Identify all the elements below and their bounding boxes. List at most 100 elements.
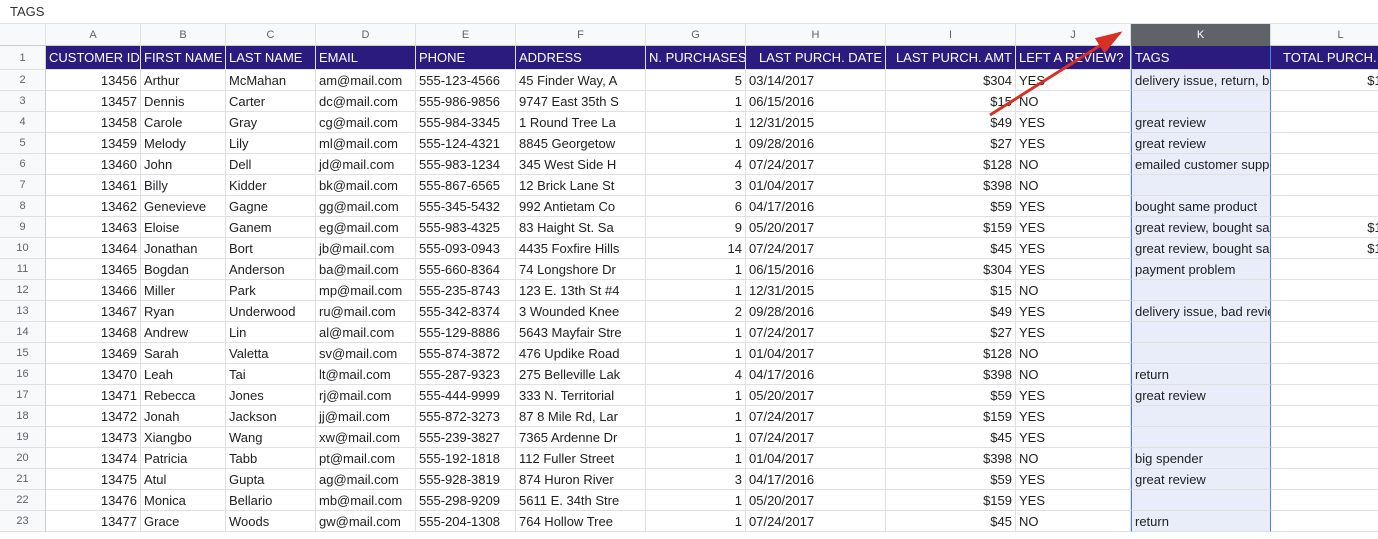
cell[interactable]: 07/24/2017 [746,406,886,427]
cell[interactable]: Gupta [226,469,316,490]
cell[interactable]: ag@mail.com [316,469,416,490]
cell[interactable]: $59 [886,469,1016,490]
cell[interactable]: YES [1016,70,1131,91]
cell[interactable]: 555-345-5432 [416,196,516,217]
cell[interactable]: 555-093-0943 [416,238,516,259]
cell[interactable]: Jonah [141,406,226,427]
cell[interactable] [1131,427,1271,448]
cell[interactable]: rj@mail.com [316,385,416,406]
cell[interactable]: al@mail.com [316,322,416,343]
cell[interactable]: Bellario [226,490,316,511]
column-label-C[interactable]: C [226,24,316,46]
row-label-10[interactable]: 10 [0,238,46,259]
cell[interactable]: bk@mail.com [316,175,416,196]
cell[interactable]: 13472 [46,406,141,427]
cell[interactable]: great review [1131,385,1271,406]
cell[interactable]: great review [1131,469,1271,490]
header-cell-A[interactable]: CUSTOMER ID [46,46,141,70]
cell[interactable]: 13459 [46,133,141,154]
cell[interactable]: 13474 [46,448,141,469]
cell[interactable]: $49 [886,301,1016,322]
row-label-20[interactable]: 20 [0,448,46,469]
cell[interactable]: 3 [646,469,746,490]
cell[interactable]: $498 [1271,175,1378,196]
cell[interactable]: $59 [1271,385,1378,406]
cell[interactable]: 13467 [46,301,141,322]
header-cell-D[interactable]: EMAIL [316,46,416,70]
cell[interactable]: McMahan [226,70,316,91]
cell[interactable]: $213 [1271,469,1378,490]
cell[interactable]: NO [1016,448,1131,469]
cell[interactable]: cg@mail.com [316,112,416,133]
cell[interactable]: Grace [141,511,226,532]
cell[interactable]: Sarah [141,343,226,364]
cell[interactable]: Valetta [226,343,316,364]
column-label-A[interactable]: A [46,24,141,46]
cell[interactable]: 1 [646,385,746,406]
row-label-12[interactable]: 12 [0,280,46,301]
row-label-7[interactable]: 7 [0,175,46,196]
cell[interactable]: 13469 [46,343,141,364]
cell[interactable]: YES [1016,301,1131,322]
cell[interactable]: Jonathan [141,238,226,259]
cell[interactable]: 04/17/2016 [746,469,886,490]
cell[interactable]: Rebecca [141,385,226,406]
cell[interactable]: 1 Round Tree La [516,112,646,133]
cell[interactable]: $398 [886,448,1016,469]
cell[interactable]: Tai [226,364,316,385]
cell[interactable] [1131,322,1271,343]
column-label-J[interactable]: J [1016,24,1131,46]
row-label-4[interactable]: 4 [0,112,46,133]
row-label-16[interactable]: 16 [0,364,46,385]
cell[interactable]: Patricia [141,448,226,469]
header-cell-H[interactable]: LAST PURCH. DATE [746,46,886,70]
cell[interactable]: 13475 [46,469,141,490]
row-label-17[interactable]: 17 [0,385,46,406]
cell[interactable]: YES [1016,427,1131,448]
cell[interactable]: Jackson [226,406,316,427]
cell[interactable]: mb@mail.com [316,490,416,511]
cell[interactable]: $98 [1271,301,1378,322]
cell[interactable]: YES [1016,259,1131,280]
cell[interactable]: 555-123-4566 [416,70,516,91]
cell[interactable]: 555-204-1308 [416,511,516,532]
cell[interactable]: 1 [646,133,746,154]
cell[interactable]: 03/14/2017 [746,70,886,91]
cell[interactable]: 1 [646,490,746,511]
row-label-11[interactable]: 11 [0,259,46,280]
column-label-D[interactable]: D [316,24,416,46]
cell[interactable]: YES [1016,238,1131,259]
column-label-H[interactable]: H [746,24,886,46]
cell[interactable]: Miller [141,280,226,301]
cell[interactable]: YES [1016,196,1131,217]
cell[interactable]: YES [1016,469,1131,490]
cell[interactable]: Dennis [141,91,226,112]
cell[interactable]: $45 [1271,427,1378,448]
cell[interactable]: $45 [1271,511,1378,532]
cell[interactable]: Carole [141,112,226,133]
cell[interactable]: 04/17/2016 [746,196,886,217]
cell[interactable]: $128 [886,154,1016,175]
cell[interactable]: 345 West Side H [516,154,646,175]
cell[interactable]: 01/04/2017 [746,343,886,364]
cell[interactable]: payment problem [1131,259,1271,280]
cell[interactable]: 13466 [46,280,141,301]
cell[interactable]: 555-983-1234 [416,154,516,175]
cell[interactable]: 13462 [46,196,141,217]
cell[interactable]: 06/15/2016 [746,91,886,112]
column-label-F[interactable]: F [516,24,646,46]
cell[interactable]: bought same product [1131,196,1271,217]
cell[interactable]: $159 [1271,490,1378,511]
cell[interactable]: 74 Longshore Dr [516,259,646,280]
cell[interactable]: great review [1131,133,1271,154]
cell[interactable]: xw@mail.com [316,427,416,448]
cell[interactable]: 5643 Mayfair Stre [516,322,646,343]
cell[interactable]: 555-867-6565 [416,175,516,196]
cell[interactable]: $128 [1271,343,1378,364]
cell[interactable]: Carter [226,91,316,112]
cell[interactable]: Arthur [141,70,226,91]
column-label-I[interactable]: I [886,24,1016,46]
cell[interactable]: sv@mail.com [316,343,416,364]
formula-bar[interactable]: TAGS [0,0,1378,24]
cell[interactable]: 13471 [46,385,141,406]
